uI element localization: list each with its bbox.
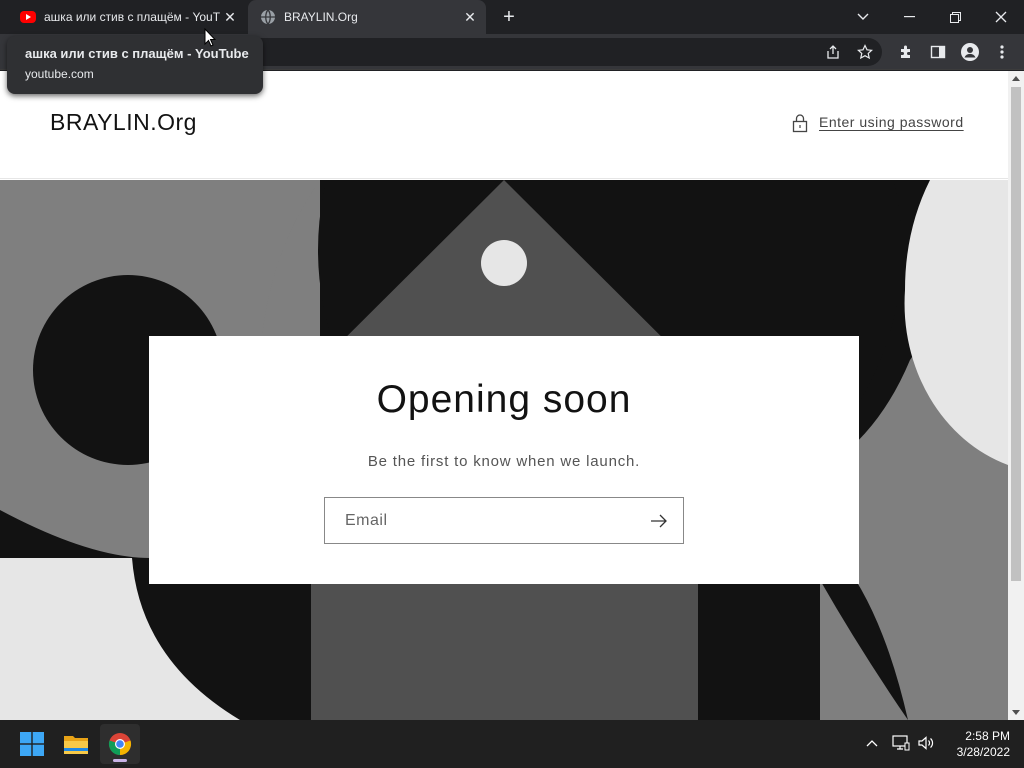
file-explorer-button[interactable] bbox=[56, 724, 96, 764]
close-tab-icon[interactable]: ✕ bbox=[220, 7, 240, 27]
lock-icon bbox=[792, 114, 808, 133]
site-brand[interactable]: BRAYLIN.Org bbox=[50, 109, 197, 136]
page-heading: Opening soon bbox=[376, 378, 632, 421]
scrollbar-thumb[interactable] bbox=[1011, 87, 1021, 581]
page-scrollbar[interactable] bbox=[1008, 71, 1024, 720]
hover-card-domain: youtube.com bbox=[25, 67, 94, 81]
email-signup-form bbox=[324, 497, 684, 544]
clock-date: 3/28/2022 bbox=[956, 745, 1010, 759]
tab-strip: ашка или стив с плащём - YouTube ✕ BRAYL… bbox=[0, 0, 1024, 34]
system-clock[interactable]: 2:58 PM 3/28/2022 bbox=[940, 728, 1010, 760]
tab-title: BRAYLIN.Org bbox=[284, 10, 358, 24]
show-hidden-icons-chevron-icon[interactable] bbox=[866, 734, 878, 750]
enter-password-link[interactable]: Enter using password bbox=[819, 114, 964, 130]
scroll-down-arrow-icon[interactable] bbox=[1012, 710, 1020, 715]
start-button[interactable] bbox=[12, 724, 52, 764]
network-icon[interactable] bbox=[892, 735, 910, 754]
tab-search-icon[interactable] bbox=[840, 0, 886, 34]
youtube-icon bbox=[20, 11, 36, 23]
restore-button[interactable] bbox=[932, 0, 978, 34]
clock-time: 2:58 PM bbox=[965, 729, 1010, 743]
side-panel-icon[interactable] bbox=[928, 42, 948, 62]
email-field[interactable] bbox=[325, 498, 645, 543]
volume-icon[interactable] bbox=[917, 735, 935, 754]
tab-title: ашка или стив с плащём - YouTube bbox=[44, 10, 220, 24]
hover-card-title: ашка или стив с плащём - YouTube bbox=[25, 46, 249, 61]
scroll-up-arrow-icon[interactable] bbox=[1012, 76, 1020, 81]
chrome-taskbar-button[interactable] bbox=[100, 724, 140, 764]
opening-soon-card: Opening soon Be the first to know when w… bbox=[149, 336, 859, 584]
globe-icon bbox=[260, 9, 276, 25]
minimize-button[interactable] bbox=[886, 0, 932, 34]
menu-kebab-icon[interactable] bbox=[992, 42, 1012, 62]
tab-braylin[interactable]: BRAYLIN.Org ✕ bbox=[248, 0, 486, 34]
tab-hover-card: ашка или стив с плащём - YouTube youtube… bbox=[7, 36, 263, 94]
page-viewport: BRAYLIN.Org Enter using password Opening… bbox=[0, 71, 1008, 720]
extensions-icon[interactable] bbox=[896, 42, 916, 62]
arrow-right-icon[interactable] bbox=[649, 512, 669, 530]
folder-icon bbox=[64, 736, 88, 754]
bookmark-star-icon[interactable] bbox=[855, 42, 875, 62]
close-window-button[interactable] bbox=[978, 0, 1024, 34]
close-tab-icon[interactable]: ✕ bbox=[460, 7, 480, 27]
windows-start-icon bbox=[20, 732, 44, 756]
mouse-cursor-icon bbox=[204, 28, 216, 47]
share-icon[interactable] bbox=[823, 42, 843, 62]
profile-avatar-icon[interactable] bbox=[960, 42, 980, 62]
windows-taskbar: 2:58 PM 3/28/2022 bbox=[0, 720, 1024, 768]
page-subheading: Be the first to know when we launch. bbox=[367, 453, 641, 470]
chrome-icon bbox=[108, 733, 132, 756]
new-tab-button[interactable]: + bbox=[498, 7, 520, 29]
